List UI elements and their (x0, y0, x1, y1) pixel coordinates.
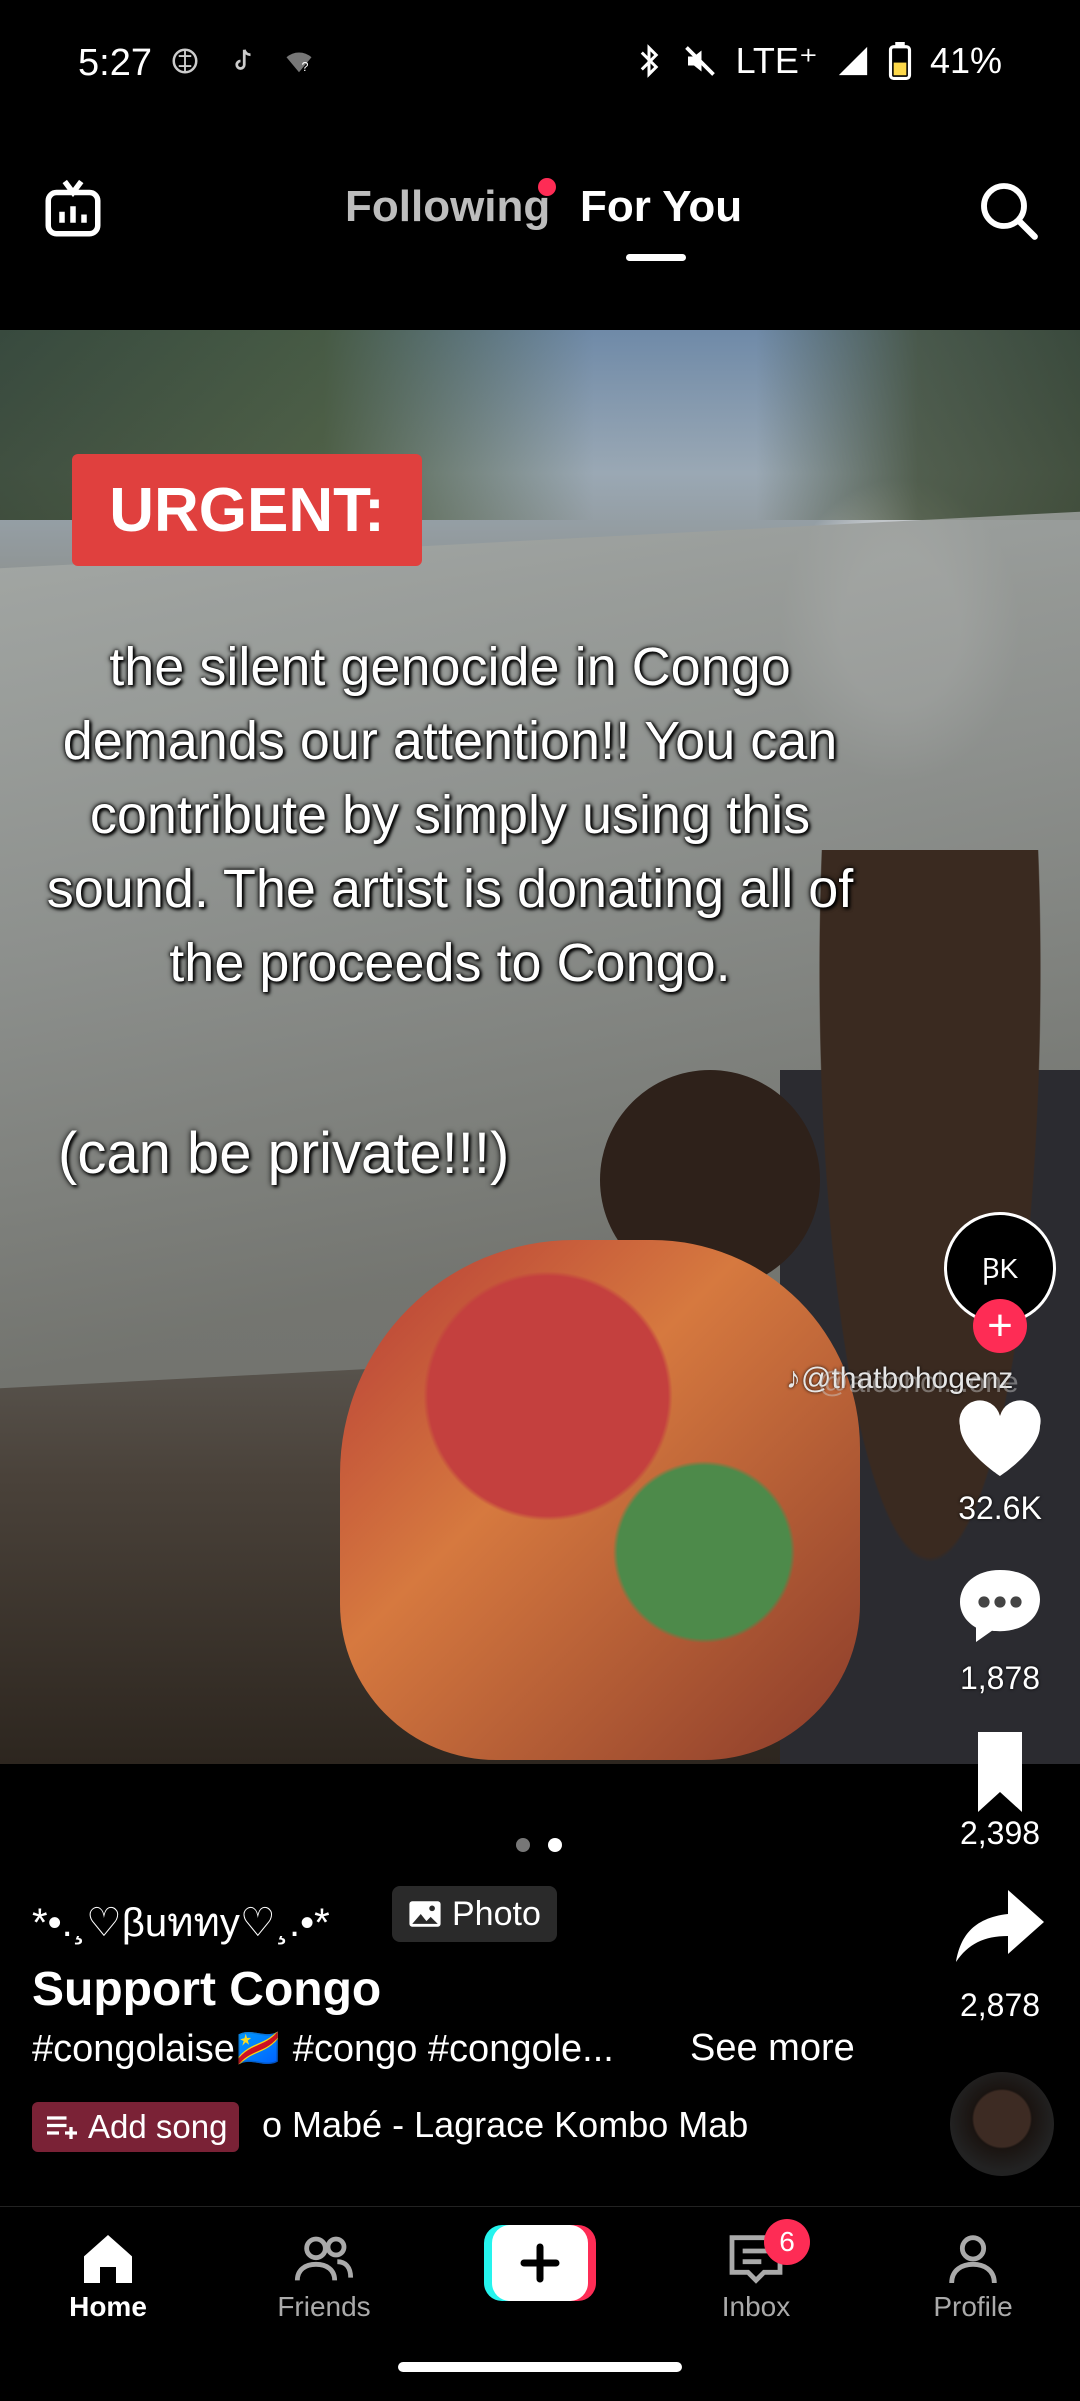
battery-percent: 41% (929, 40, 1002, 81)
image-icon (409, 1901, 441, 1927)
status-time: 5:27 (78, 42, 152, 84)
carousel-dot-1[interactable] (516, 1838, 530, 1852)
comment-icon[interactable] (940, 1566, 1060, 1646)
svg-text:?: ? (302, 60, 309, 74)
home-indicator[interactable] (398, 2362, 682, 2372)
photo-blanket (340, 1240, 860, 1760)
nav-inbox-label: Inbox (721, 2291, 791, 2322)
add-song-button[interactable]: Add song (32, 2102, 240, 2152)
save-count: 2,398 (959, 1815, 1041, 1851)
wifi-unknown-icon: ? (286, 52, 312, 74)
search-icon[interactable] (976, 178, 1040, 242)
brain-icon (172, 48, 198, 74)
tab-for-you[interactable]: For You (580, 182, 742, 232)
inbox-badge: 6 (764, 2219, 810, 2265)
carousel-dot-2[interactable] (548, 1838, 562, 1852)
caption-title: Support Congo (32, 1963, 382, 2016)
post-photo[interactable]: URGENT: the silent genocide in Congo dem… (0, 330, 1080, 1764)
home-icon (84, 2235, 132, 2283)
share-icon[interactable] (940, 1886, 1060, 1966)
add-song-label: Add song (88, 2108, 228, 2145)
watermark-user-2: @alcohol...one (818, 1366, 1019, 1399)
following-notification-dot (538, 178, 556, 196)
network-type: LTE⁺ (735, 40, 818, 81)
bookmark-icon[interactable] (940, 1732, 1060, 1812)
status-right: LTE⁺ 41% (634, 40, 1002, 82)
playlist-add-icon (47, 2116, 77, 2139)
see-more-link[interactable]: See more (690, 2027, 855, 2070)
tab-following[interactable]: Following (345, 182, 550, 232)
status-bar: 5:27 ? LTE⁺ 41% (0, 0, 1080, 130)
friends-icon (294, 2236, 354, 2281)
mute-icon (684, 46, 715, 76)
caption-hashtags[interactable]: #congolaise🇨🇩 #congo #congole... (32, 2027, 614, 2071)
photo-mode-pill[interactable]: Photo (392, 1886, 557, 1942)
nav-profile-label: Profile (933, 2291, 1013, 2322)
overlay-text: the silent genocide in Congo demands our… (46, 637, 854, 993)
live-tv-icon[interactable] (40, 176, 106, 242)
profile-icon (949, 2235, 997, 2284)
overlay-private-text: (can be private!!!) (58, 1121, 510, 1186)
sound-disc[interactable] (950, 2072, 1054, 2176)
urgent-badge: URGENT: (72, 454, 422, 566)
top-nav: Following For You (0, 150, 1080, 270)
like-count: 32.6K (958, 1490, 1042, 1526)
heart-icon[interactable] (940, 1400, 1060, 1480)
comment-count: 1,878 (959, 1660, 1041, 1696)
nav-home[interactable]: Home (38, 2227, 178, 2323)
nav-friends[interactable]: Friends (254, 2227, 394, 2323)
nav-friends-label: Friends (277, 2291, 371, 2322)
signal-icon (838, 46, 868, 76)
nav-profile[interactable]: Profile (903, 2227, 1043, 2323)
tab-indicator (626, 254, 686, 261)
photo-pill-label: Photo (452, 1894, 541, 1933)
plus-icon[interactable] (484, 2225, 596, 2301)
share-count: 2,878 (959, 1987, 1041, 2023)
nav-home-label: Home (69, 2291, 147, 2322)
bluetooth-icon (640, 44, 658, 78)
battery-icon (888, 42, 912, 80)
creator-username[interactable]: *•.¸♡βuททy♡¸.•* (32, 1890, 330, 1954)
follow-button[interactable]: + (973, 1299, 1027, 1353)
carousel-dots (516, 1838, 562, 1852)
song-ticker[interactable]: o Mabé - Lagrace Kombo Mab (262, 2104, 822, 2146)
tiktok-notif-icon (235, 49, 251, 70)
